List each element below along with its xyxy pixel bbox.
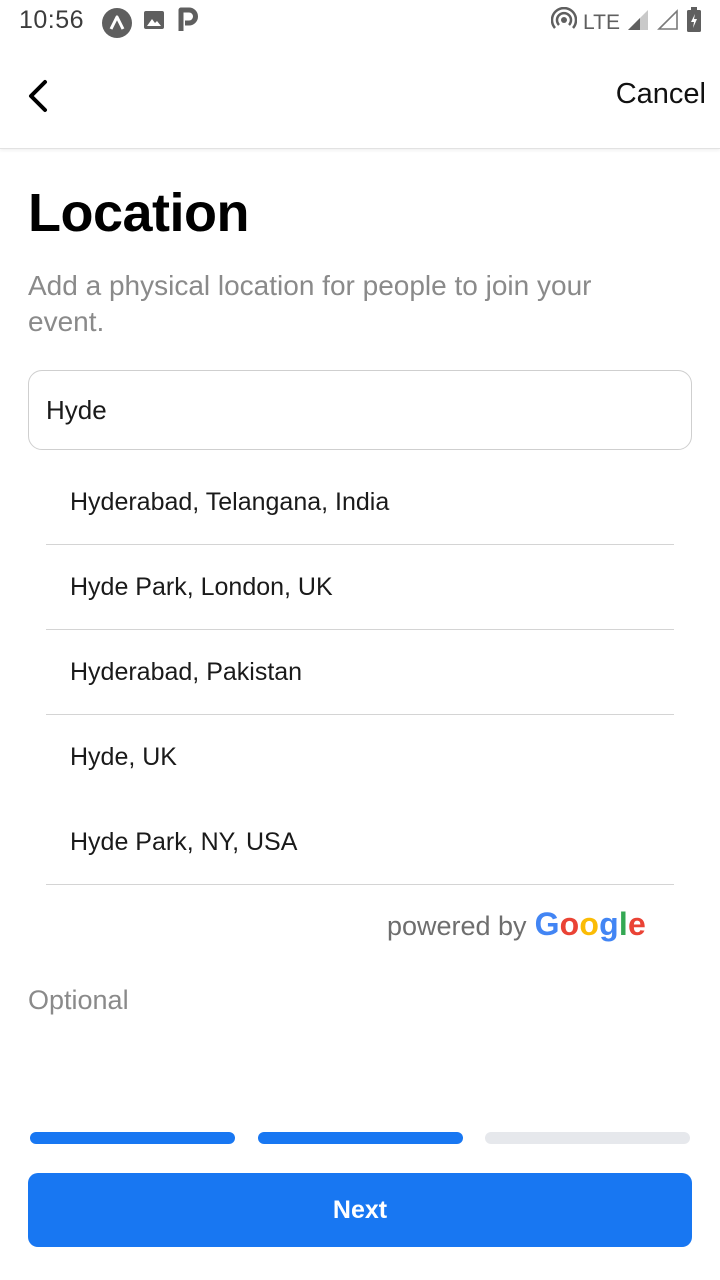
suggestion-label: Hyderabad, Pakistan (70, 658, 303, 686)
chevron-left-icon (29, 80, 47, 112)
location-search-input[interactable] (28, 370, 692, 450)
app-bar: Cancel (0, 44, 720, 149)
hotspot-icon (550, 6, 578, 38)
suggestion-label: Hyde, UK (70, 743, 177, 771)
suggestion-item[interactable]: Hyde, UK (46, 715, 674, 800)
suggestion-item[interactable]: Hyde Park, London, UK (46, 545, 674, 630)
parking-icon (176, 7, 200, 38)
next-button[interactable]: Next (28, 1173, 692, 1247)
app-a-icon (102, 7, 132, 38)
powered-by-text: powered by (386, 911, 527, 941)
battery-icon (686, 7, 702, 38)
suggestion-list: Hyderabad, Telangana, India Hyde Park, L… (46, 460, 674, 885)
suggestion-label: Hyde Park, London, UK (70, 573, 333, 601)
cancel-button[interactable]: Cancel (616, 78, 706, 111)
powered-by-google: powered by Google (387, 906, 646, 943)
suggestion-item[interactable]: Hyde Park, NY, USA (46, 800, 674, 885)
notification-icons (102, 7, 200, 38)
suggestion-label: Hyde Park, NY, USA (70, 828, 298, 856)
page-title: Location (28, 183, 250, 243)
system-icons: LTE (550, 6, 702, 38)
step-progress (30, 1132, 690, 1144)
optional-label: Optional (28, 985, 129, 1015)
suggestion-label: Hyderabad, Telangana, India (70, 488, 390, 516)
progress-step-1 (30, 1132, 235, 1144)
back-button[interactable] (18, 74, 62, 118)
divider (46, 884, 674, 885)
page-subtitle: Add a physical location for people to jo… (28, 270, 592, 337)
signal-empty-icon (656, 8, 680, 37)
status-time: 10:56 (19, 6, 85, 34)
network-type: LTE (583, 10, 620, 34)
image-icon (142, 8, 166, 37)
progress-step-2 (258, 1132, 463, 1144)
google-logo: Google (534, 906, 646, 942)
suggestion-item[interactable]: Hyderabad, Telangana, India (46, 460, 674, 545)
signal-icon (626, 8, 650, 37)
status-bar: 10:56 LTE (0, 0, 720, 44)
suggestion-item[interactable]: Hyderabad, Pakistan (46, 630, 674, 715)
progress-step-3 (485, 1132, 690, 1144)
